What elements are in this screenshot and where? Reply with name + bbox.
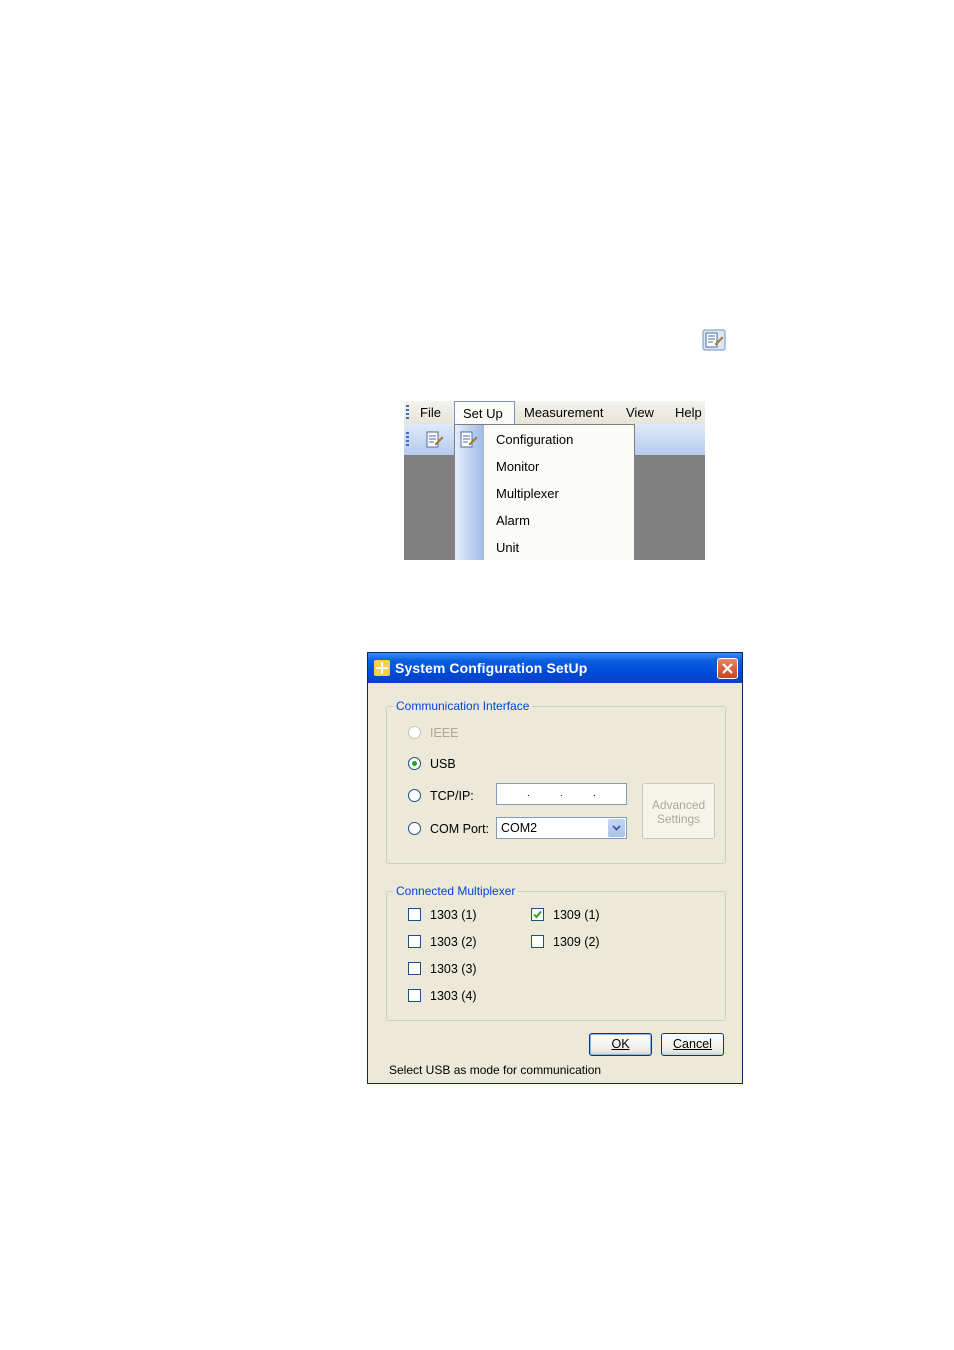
title-bar[interactable]: System Configuration SetUp [368, 653, 742, 683]
advanced-settings-line2: Settings [656, 812, 701, 826]
connected-multiplexer-legend: Connected Multiplexer [393, 884, 519, 898]
menu-view[interactable]: View [626, 401, 654, 424]
checkbox-1303-4-label: 1303 (4) [430, 989, 477, 1003]
app-icon [374, 660, 390, 676]
radio-tcpip-label: TCP/IP: [430, 789, 474, 803]
chevron-down-icon [612, 825, 621, 831]
toolbar-grip[interactable] [406, 432, 409, 446]
ok-button[interactable]: OK [589, 1033, 652, 1056]
checkbox-1303-3-label: 1303 (3) [430, 962, 477, 976]
checkbox-1303-2-box [408, 935, 421, 948]
radio-com-port-label: COM Port: [430, 822, 490, 836]
checkbox-1309-1-label: 1309 (1) [553, 908, 600, 922]
radio-tcpip-circle [408, 789, 421, 802]
configuration-icon[interactable] [424, 430, 446, 450]
menu-bar: File Set Up Measurement View Help [404, 401, 705, 425]
setup-menu-screenshot: File Set Up Measurement View Help Config… [404, 401, 705, 560]
close-icon [722, 663, 733, 674]
checkbox-1309-2-box [531, 935, 544, 948]
checkbox-1303-1-box [408, 908, 421, 921]
dialog-title: System Configuration SetUp [395, 660, 588, 676]
menu-setup[interactable]: Set Up [454, 401, 515, 425]
checkbox-1303-2-label: 1303 (2) [430, 935, 477, 949]
menu-item-monitor[interactable]: Monitor [496, 453, 539, 480]
checkbox-1309-2-label: 1309 (2) [553, 935, 600, 949]
com-port-value: COM2 [501, 821, 538, 835]
radio-usb-circle [408, 757, 421, 770]
menu-file[interactable]: File [420, 401, 441, 424]
checkbox-1303-4-box [408, 989, 421, 1002]
radio-ieee-label: IEEE [430, 726, 459, 740]
configuration-icon [460, 431, 478, 448]
com-port-select[interactable]: COM2 [496, 817, 627, 839]
close-button[interactable] [717, 658, 738, 679]
menu-bar-grip[interactable] [406, 405, 409, 419]
radio-ieee-circle [408, 726, 421, 739]
cancel-button[interactable]: Cancel [661, 1033, 724, 1056]
status-text: Select USB as mode for communication [389, 1063, 602, 1077]
checkbox-1309-1-box [531, 908, 544, 921]
connected-multiplexer-group: Connected Multiplexer 1303 (1) 1303 (2) … [386, 884, 726, 1021]
checkbox-1303-3-box [408, 962, 421, 975]
menu-item-multiplexer[interactable]: Multiplexer [496, 480, 559, 507]
configuration-icon [702, 329, 726, 351]
menu-help[interactable]: Help [675, 401, 702, 424]
menu-measurement[interactable]: Measurement [524, 401, 603, 424]
checkbox-1303-1-label: 1303 (1) [430, 908, 477, 922]
menu-item-alarm[interactable]: Alarm [496, 507, 530, 534]
menu-item-configuration[interactable]: Configuration [496, 426, 573, 453]
communication-interface-legend: Communication Interface [393, 699, 533, 713]
com-port-dropdown-button[interactable] [608, 819, 625, 837]
advanced-settings-button[interactable]: Advanced Settings [642, 783, 715, 839]
menu-item-unit[interactable]: Unit [496, 534, 519, 560]
tcpip-address-input[interactable]: . . . [496, 783, 627, 805]
setup-dropdown-menu: Configuration Monitor Multiplexer Alarm … [454, 424, 635, 560]
advanced-settings-line1: Advanced [651, 798, 706, 812]
radio-com-port-circle [408, 822, 421, 835]
checkmark-icon [533, 910, 542, 919]
radio-usb-label: USB [430, 757, 456, 771]
dropdown-icon-strip [455, 425, 484, 560]
system-configuration-dialog: System Configuration SetUp Communication… [367, 652, 743, 1084]
